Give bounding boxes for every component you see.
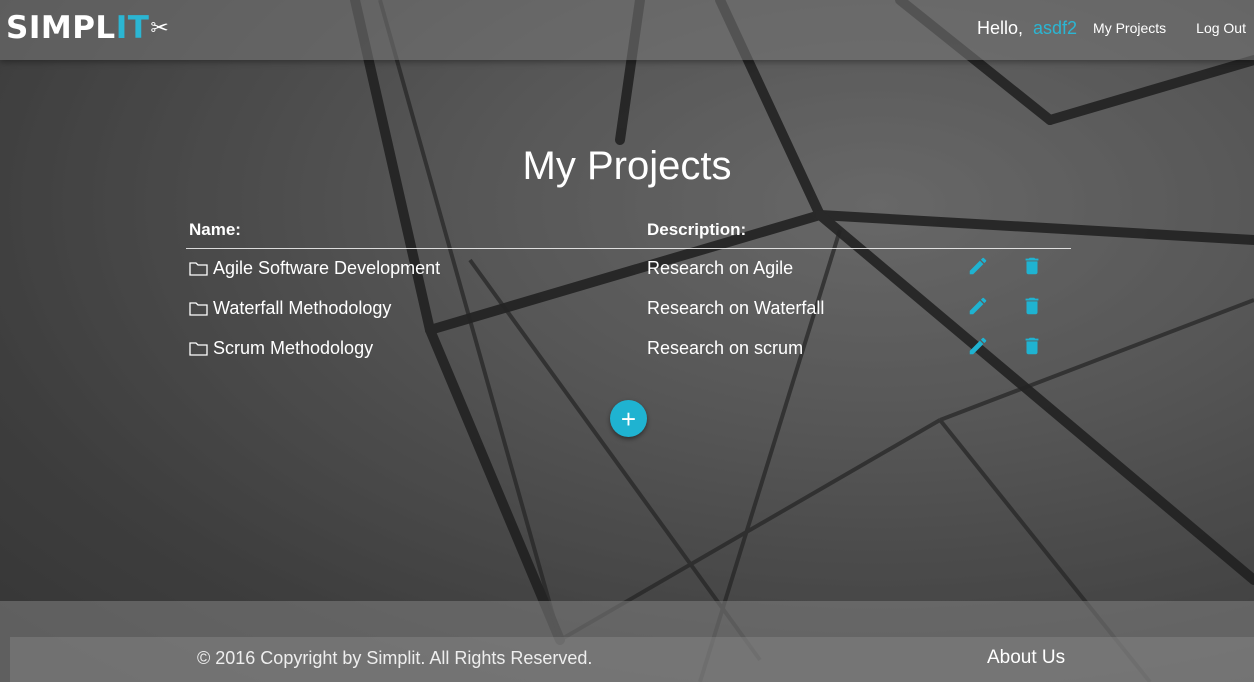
about-us-link[interactable]: About Us (987, 647, 1065, 669)
column-header-name: Name: (189, 220, 241, 239)
table-row: Scrum Methodology Research on scrum (186, 329, 1071, 369)
folder-icon (189, 302, 208, 316)
logo-text: SIMPL (6, 10, 116, 46)
edit-pencil-icon[interactable] (967, 335, 989, 357)
table-row: Agile Software Development Research on A… (186, 249, 1071, 289)
copyright-text: © 2016 Copyright by Simplit. All Rights … (197, 648, 593, 668)
edit-pencil-icon[interactable] (967, 255, 989, 277)
project-name-link[interactable]: Scrum Methodology (189, 338, 373, 359)
scissors-icon: ✂ (150, 15, 170, 41)
simplit-logo[interactable]: SIMPL IT ✂ (6, 8, 169, 48)
page-title: My Projects (522, 144, 732, 188)
project-description: Research on Agile (647, 258, 794, 278)
edit-pencil-icon[interactable] (967, 295, 989, 317)
plus-icon: + (620, 403, 637, 434)
project-name: Waterfall Methodology (213, 298, 392, 318)
column-header-description: Description: (647, 220, 747, 239)
delete-trash-icon[interactable] (1021, 255, 1043, 277)
delete-trash-icon[interactable] (1021, 335, 1043, 357)
footer (0, 601, 1254, 682)
folder-icon (189, 342, 208, 356)
project-description: Research on Waterfall (647, 298, 825, 318)
projects-table: Name: Description: Agile Software Develo… (186, 214, 1071, 369)
top-navbar: SIMPL IT ✂ Hello, asdf2 My Projects Log Ou… (0, 0, 1254, 60)
nav-my-projects[interactable]: My Projects (1093, 20, 1166, 36)
user-nav: Hello, asdf2 My Projects Log Out (977, 0, 1254, 56)
add-project-button[interactable]: + (610, 400, 647, 437)
greeting-text: Hello, (976, 17, 1023, 38)
project-name: Scrum Methodology (213, 338, 374, 358)
logo-accent-text: IT (115, 10, 150, 46)
project-name-link[interactable]: Waterfall Methodology (189, 298, 391, 319)
nav-log-out[interactable]: Log Out (1196, 20, 1246, 36)
table-row: Waterfall Methodology Research on Waterf… (186, 289, 1071, 329)
project-name-link[interactable]: Agile Software Development (189, 258, 440, 279)
username-link[interactable]: asdf2 (1033, 18, 1077, 39)
folder-icon (189, 262, 208, 276)
table-header: Name: Description: (186, 214, 1071, 249)
project-description: Research on scrum (647, 338, 804, 358)
project-name: Agile Software Development (213, 258, 441, 278)
delete-trash-icon[interactable] (1021, 295, 1043, 317)
